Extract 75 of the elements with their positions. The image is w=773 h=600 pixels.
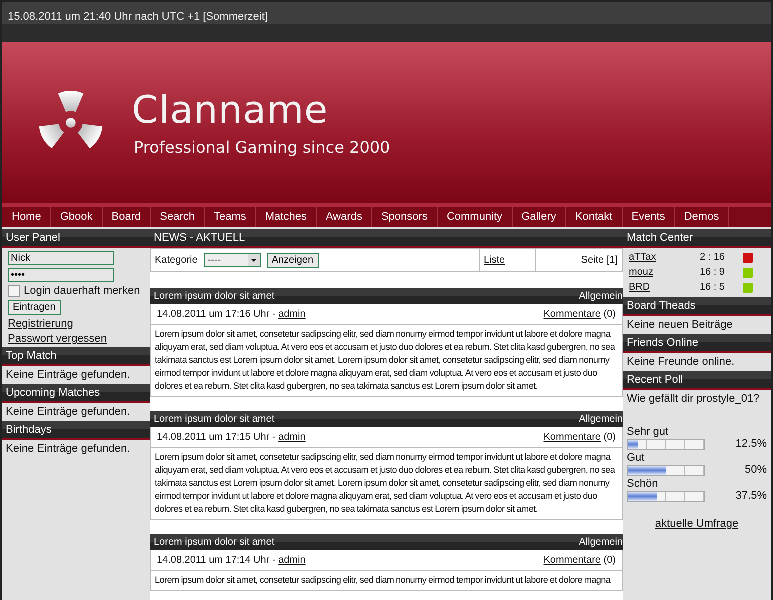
box-title: Board Theads [623, 297, 771, 316]
box-title: Recent Poll [623, 371, 771, 390]
page-indicator: Seite [1] [581, 254, 618, 266]
category-select[interactable]: ---- [204, 253, 261, 267]
poll-option: Gut [627, 452, 767, 464]
nav-link[interactable]: Sponsors [372, 207, 438, 227]
post-date: 14.08.2011 um 17:14 Uhr - admin [157, 554, 306, 566]
match-score: 16 : 9 [698, 267, 725, 278]
post-title: Lorem ipsum dolor sit amet [154, 290, 275, 302]
poll-option: Schön [627, 478, 767, 490]
nav-link[interactable]: Awards [316, 207, 372, 227]
list-link[interactable]: Liste [484, 254, 506, 266]
team-link[interactable]: mouz [629, 267, 689, 278]
match-score: 16 : 5 [698, 282, 725, 293]
post-date: 14.08.2011 um 17:15 Uhr - admin [157, 432, 306, 442]
comments-link[interactable]: Kommentare [544, 432, 601, 442]
box-title: Match Center [623, 229, 771, 248]
team-link[interactable]: BRD [629, 282, 689, 293]
poll-percent: 12.5% [736, 438, 767, 450]
nav-link[interactable]: Teams [204, 207, 256, 227]
nav-link[interactable]: Gallery [512, 207, 566, 227]
nav-link[interactable]: Events [622, 207, 676, 227]
post-category: Allgemein [579, 290, 623, 302]
box-title: Upcoming Matches [2, 384, 150, 403]
password-field[interactable]: •••• [8, 268, 114, 282]
poll-percent: 50% [744, 464, 767, 476]
checkbox-label: Login dauerhaft merken [24, 285, 140, 297]
match-score: 2 : 16 [698, 252, 725, 263]
nav-link[interactable]: Board [102, 207, 152, 227]
nav-link[interactable]: Community [438, 207, 513, 227]
author-link[interactable]: admin [278, 308, 306, 320]
box-text: Keine Einträge gefunden. [5, 368, 132, 383]
poll-question: Wie gefällt dir prostyle_01? [626, 392, 761, 407]
nav-link[interactable]: Gbook [51, 207, 103, 227]
comments-link[interactable]: Kommentare [544, 308, 601, 320]
text-link[interactable]: Registrierung [8, 318, 144, 330]
filter-label: Kategorie [155, 254, 198, 266]
post-title: Lorem ipsum dolor sit amet [154, 414, 275, 424]
post-category: Allgemein [579, 536, 623, 548]
show-button[interactable]: Anzeigen [266, 252, 319, 268]
site-subtitle: Professional Gaming since 2000 [133, 138, 390, 157]
post-date: 14.08.2011 um 17:16 Uhr - admin [157, 308, 306, 320]
site-title: Clanname [132, 88, 330, 132]
comments-info: Kommentare (0) [544, 554, 616, 566]
checkbox[interactable] [8, 285, 20, 297]
nav-link[interactable]: Matches [256, 207, 317, 227]
author-link[interactable]: admin [278, 554, 306, 566]
date-time: 15.08.2011 um 21:40 Uhr nach UTC +1 [Sommerzeit] [8, 11, 268, 23]
box-title: Birthdays [2, 421, 150, 440]
team-link[interactable]: aTTax [629, 252, 689, 263]
box-text: Keine Einträge gefunden. [5, 405, 132, 420]
box-title: Friends Online [623, 334, 771, 353]
box-title: NEWS - AKTUELL [150, 229, 623, 248]
submit-button[interactable]: Eintragen [8, 300, 61, 315]
box-text: Keine Freunde online. [626, 355, 736, 370]
comments-info: Kommentare (0) [544, 308, 616, 320]
nav-link[interactable]: Demos [675, 207, 730, 227]
box-title: User Panel [2, 229, 150, 248]
author-link[interactable]: admin [278, 432, 306, 442]
text-link[interactable]: Passwort vergessen [8, 333, 144, 345]
poll-link[interactable]: aktuelle Umfrage [655, 518, 739, 530]
box-title: Top Match [2, 347, 150, 366]
nav-link[interactable]: Home [3, 207, 52, 227]
post-body: Lorem ipsum dolor sit amet, consetetur sadipscing elitr, sed diam nonumy eirmod tempor invidunt ut labore et dolore magna [150, 571, 623, 591]
post-category: Allgemein [579, 414, 623, 424]
post-title: Lorem ipsum dolor sit amet [154, 536, 275, 548]
comments-link[interactable]: Kommentare [544, 554, 601, 566]
poll-percent: 37.5% [736, 490, 767, 502]
poll-option: Sehr gut [627, 426, 767, 438]
box-text: Keine neuen Beiträge [626, 318, 734, 333]
box-text: Keine Einträge gefunden. [5, 442, 132, 457]
nav-link[interactable]: Search [151, 207, 205, 227]
nav-link[interactable]: Kontakt [566, 207, 623, 227]
username-field[interactable]: Nick [8, 251, 114, 265]
comments-info: Kommentare (0) [544, 432, 616, 442]
